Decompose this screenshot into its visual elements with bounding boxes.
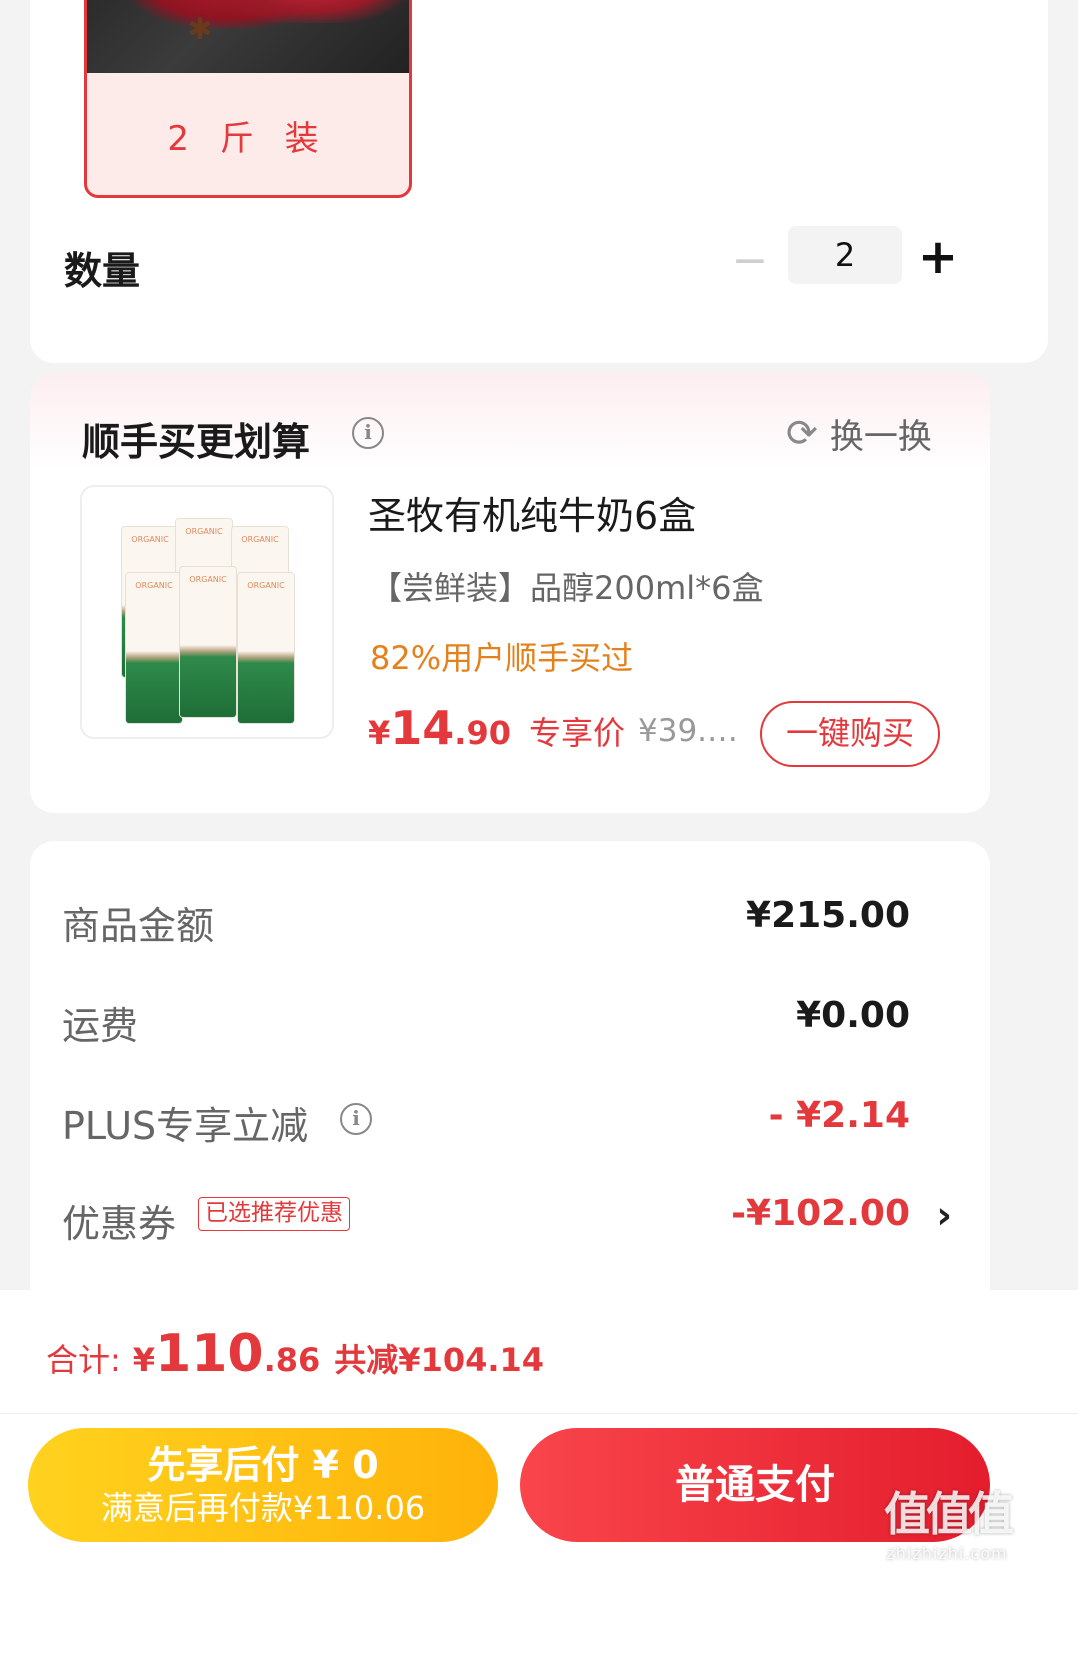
- watermark-logo: 值值值 zhizhizhi.com: [884, 1487, 1014, 1563]
- recommend-title: 顺手买更划算: [82, 420, 311, 464]
- coupon-badge: 已选推荐优惠: [198, 1197, 350, 1231]
- quantity-row: 数量 − 2 +: [30, 212, 1048, 308]
- info-icon[interactable]: i: [352, 417, 384, 449]
- spec-option-image: ✱: [87, 0, 409, 73]
- amount-card: 商品金额 ¥215.00 运费 ¥0.00 PLUS专享立减 i - ¥2.14…: [30, 841, 990, 1301]
- total-decimal: .86: [263, 1341, 321, 1379]
- price-decimal: .90: [454, 714, 511, 752]
- goods-amount-label: 商品金额: [62, 904, 215, 948]
- chevron-right-icon[interactable]: ›: [936, 1193, 952, 1237]
- spec-quantity-card: ✱ 2 斤 装 数量 − 2 +: [30, 0, 1048, 363]
- plus-discount-value: - ¥2.14: [768, 1095, 910, 1136]
- coupon-label: 优惠券: [62, 1202, 177, 1246]
- goods-amount-value: ¥215.00: [746, 895, 910, 936]
- pay-later-title: 先享后付 ¥ 0: [147, 1443, 379, 1487]
- product-name[interactable]: 圣牧有机纯牛奶6盒: [368, 485, 696, 540]
- product-image[interactable]: ORGANIC ORGANIC ORGANIC ORGANIC ORGANIC …: [80, 485, 334, 739]
- plus-discount-label: PLUS专享立减: [62, 1104, 309, 1148]
- swap-button[interactable]: ⟳ 换一换: [786, 411, 932, 457]
- spec-option-selected[interactable]: ✱ 2 斤 装: [84, 0, 412, 198]
- recommend-card: 顺手买更划算 i ⟳ 换一换 ORGANIC ORGANIC ORGANIC O…: [30, 373, 990, 813]
- shipping-label: 运费: [62, 1004, 139, 1048]
- quantity-minus-button[interactable]: −: [730, 238, 770, 284]
- quantity-label: 数量: [64, 249, 141, 293]
- plus-discount-row: PLUS专享立减 i - ¥2.14: [30, 1087, 990, 1148]
- product-spec: 【尝鲜装】品醇200ml*6盒: [370, 569, 764, 607]
- spec-option-label: 2 斤 装: [167, 119, 329, 159]
- total-integer: 110: [155, 1324, 264, 1384]
- pay-later-subtitle: 满意后再付款¥110.06: [100, 1489, 426, 1527]
- total-bar: 合计: ¥ 110 .86 共减¥104.14: [0, 1290, 1078, 1414]
- product-tip: 82%用户顺手买过: [370, 639, 634, 677]
- total-line: 合计: ¥ 110 .86 共减¥104.14: [46, 1324, 544, 1384]
- pay-later-button[interactable]: 先享后付 ¥ 0 满意后再付款¥110.06: [28, 1428, 498, 1542]
- info-icon[interactable]: i: [340, 1103, 372, 1135]
- shipping-row: 运费 ¥0.00: [30, 987, 990, 1048]
- swap-label: 换一换: [829, 416, 932, 457]
- refresh-icon: ⟳: [786, 411, 818, 455]
- coupon-value: -¥102.00: [731, 1193, 910, 1234]
- quantity-input[interactable]: 2: [788, 226, 902, 284]
- price-integer: 14: [390, 701, 455, 755]
- total-label: 合计:: [46, 1341, 121, 1379]
- total-symbol: ¥: [132, 1341, 156, 1379]
- original-price: ¥39.…: [638, 713, 739, 749]
- shipping-value: ¥0.00: [796, 995, 910, 1036]
- product-price: ¥ 14 .90 专享价: [368, 701, 625, 755]
- total-saving: 共减¥104.14: [334, 1341, 545, 1379]
- price-tag: 专享价: [528, 714, 625, 752]
- goods-amount-row: 商品金额 ¥215.00: [30, 887, 990, 948]
- one-click-buy-button[interactable]: 一键购买: [760, 701, 940, 767]
- quantity-plus-button[interactable]: +: [916, 233, 960, 281]
- coupon-row[interactable]: 优惠券 已选推荐优惠 -¥102.00 ›: [30, 1185, 990, 1246]
- price-symbol: ¥: [368, 714, 391, 752]
- star-anise-icon: ✱: [187, 12, 213, 47]
